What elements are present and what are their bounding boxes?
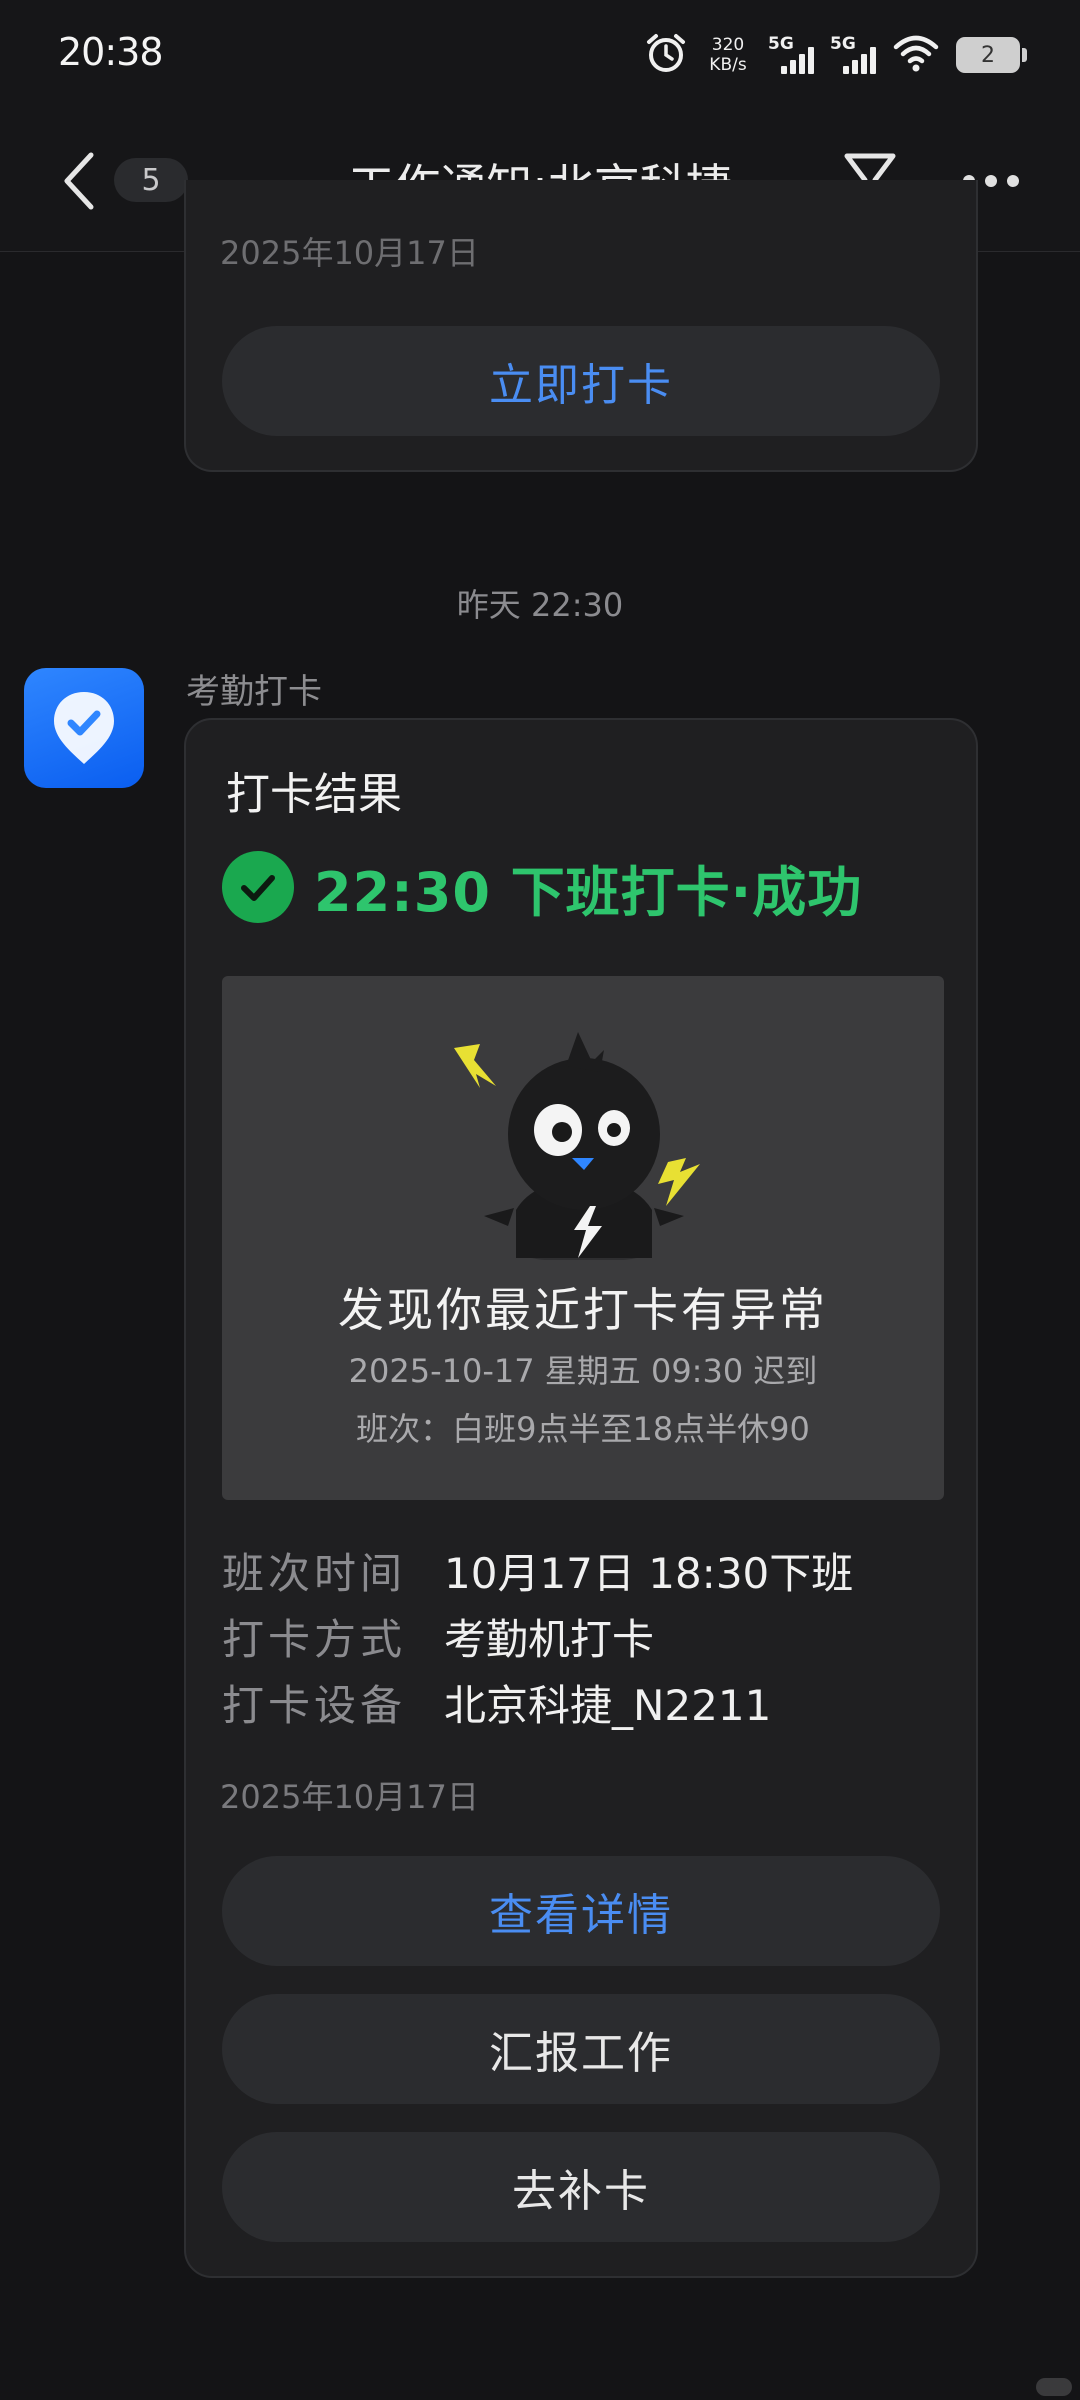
result-status-text: 22:30 下班打卡·成功 (314, 860, 863, 924)
success-check-icon (222, 851, 294, 923)
message-date: 2025年10月17日 (220, 1778, 479, 1816)
detail-row-clock-method: 打卡方式 考勤机打卡 (222, 1608, 654, 1664)
detail-label: 班次时间 (222, 1548, 407, 1598)
back-button[interactable] (44, 146, 114, 216)
detail-label: 打卡方式 (222, 1614, 407, 1664)
more-dot-icon (985, 175, 997, 187)
status-bar: 20:38 320 KB/s 5G 5G 2 (0, 0, 1080, 110)
attendance-result-card: 打卡结果 22:30 下班打卡·成功 发现你最近打卡有异常 2025-10-17… (184, 718, 978, 2278)
signal-icon-sim2: 5G (830, 32, 876, 78)
report-work-button[interactable]: 汇报工作 (222, 1994, 940, 2104)
detail-value: 北京科捷_N2211 (444, 1680, 772, 1730)
view-details-button[interactable]: 查看详情 (222, 1856, 940, 1966)
detail-label: 打卡设备 (222, 1680, 407, 1730)
attendance-app-avatar[interactable] (24, 668, 144, 788)
detail-value: 考勤机打卡 (444, 1614, 655, 1664)
detail-value: 10月17日 18:30下班 (444, 1548, 854, 1598)
network-speed-unit: KB/s (709, 55, 747, 75)
anomaly-banner[interactable]: 发现你最近打卡有异常 2025-10-17 星期五 09:30 迟到 班次：白班… (222, 976, 944, 1500)
previous-message-card: 2025年10月17日 立即打卡 (184, 180, 978, 472)
alarm-icon (644, 31, 688, 79)
result-row: 22:30 下班打卡·成功 (222, 850, 862, 924)
card-title: 打卡结果 (226, 769, 402, 820)
location-check-icon (54, 692, 114, 764)
detail-row-clock-device: 打卡设备 北京科捷_N2211 (222, 1674, 771, 1730)
clock-in-now-button[interactable]: 立即打卡 (222, 326, 940, 436)
detail-row-shift-time: 班次时间 10月17日 18:30下班 (222, 1542, 853, 1598)
make-up-clock-in-button[interactable]: 去补卡 (222, 2132, 940, 2242)
battery-level: 2 (981, 42, 995, 68)
chevron-left-icon (64, 152, 94, 210)
status-icons: 320 KB/s 5G 5G 2 (644, 30, 1027, 80)
network-speed-value: 320 (711, 35, 745, 55)
status-time: 20:38 (58, 30, 164, 74)
home-indicator (1036, 2378, 1072, 2396)
battery-icon: 2 (956, 37, 1027, 73)
more-dot-icon (1007, 175, 1019, 187)
mascot-illustration (454, 1032, 700, 1260)
screen: 20:38 320 KB/s 5G 5G 2 5 2025年10月17日 立即打… (0, 0, 1080, 2400)
time-divider: 昨天 22:30 (456, 586, 624, 624)
signal-icon-sim1: 5G (768, 32, 814, 78)
wifi-icon (892, 33, 940, 77)
unread-count-badge[interactable]: 5 (114, 158, 188, 202)
network-speed: 320 KB/s (704, 35, 752, 75)
anomaly-late-record: 2025-10-17 星期五 09:30 迟到 (348, 1352, 818, 1390)
previous-message-date: 2025年10月17日 (220, 234, 479, 272)
anomaly-shift-info: 班次：白班9点半至18点半休90 (356, 1410, 810, 1448)
sender-name: 考勤打卡 (186, 672, 322, 712)
anomaly-title: 发现你最近打卡有异常 (338, 1283, 828, 1337)
